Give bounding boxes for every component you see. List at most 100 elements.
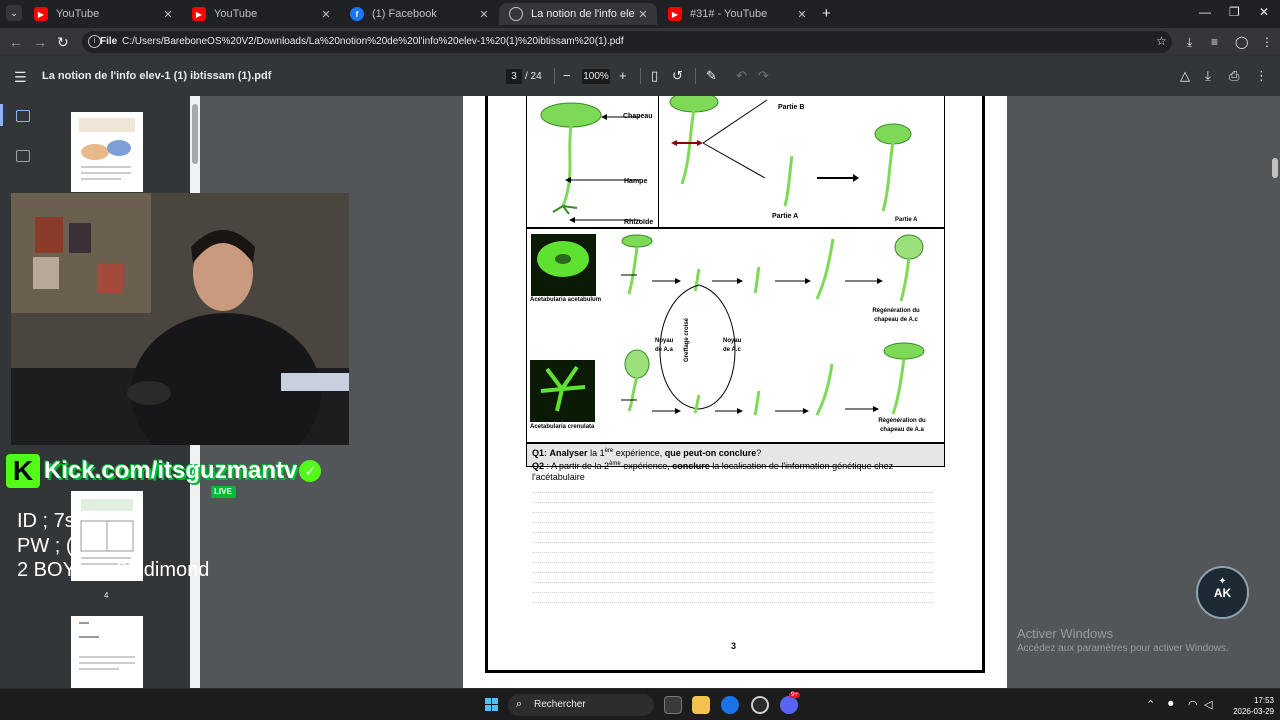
answer-line — [533, 552, 933, 553]
drive-icon[interactable]: △ — [1180, 68, 1190, 84]
steam-icon[interactable] — [751, 696, 769, 714]
thumbnail-preview — [79, 118, 135, 180]
label-acetabulum: Acetabularia acetabulum — [530, 297, 602, 303]
menu-kebab-icon[interactable]: ⋮ — [1261, 35, 1273, 49]
scheme-chip: File — [100, 36, 118, 47]
question-label: Q2 — [532, 461, 545, 471]
thumbnail-page-number: 4 — [104, 591, 109, 600]
close-icon[interactable]: ✕ — [476, 8, 492, 21]
outline-view-icon[interactable] — [16, 150, 30, 162]
hamburger-menu-icon[interactable]: ☰ — [14, 69, 27, 86]
question-1: Q1: Analyser la 1ère expérience, que peu… — [532, 446, 939, 459]
screen: ⌄ ▶ YouTube ✕ ▶ YouTube ✕ f (1) Facebook… — [0, 0, 1280, 720]
undo-icon[interactable]: ↶ — [736, 68, 747, 84]
tab-youtube-2[interactable]: ▶ YouTube ✕ — [182, 3, 340, 25]
url-text[interactable]: C:/Users/BareboneOS%20V2/Downloads/La%20… — [122, 36, 624, 47]
taskbar-search[interactable]: ⌕ Rechercher — [508, 694, 654, 716]
chrome-icon[interactable] — [721, 696, 739, 714]
annotate-icon[interactable]: ✎ — [706, 68, 717, 84]
questions-box: Q1: Analyser la 1ère expérience, que peu… — [526, 443, 945, 482]
profile-icon[interactable]: ◯ — [1235, 35, 1248, 49]
page-thumbnail-5[interactable] — [71, 616, 143, 688]
verified-check-icon: ✓ — [299, 460, 322, 482]
acetabularia-diagram-1 — [540, 96, 912, 223]
tab-title: #31# - YouTube — [690, 8, 768, 20]
tab-facebook[interactable]: f (1) Facebook ✕ — [340, 3, 498, 25]
label-chapeau: Chapeau — [623, 113, 653, 120]
page-total: / 24 — [525, 71, 542, 82]
overlay-boy-line-a: 2 BOY — [17, 559, 76, 581]
overlay-pw-line: PW ; ( — [17, 535, 73, 557]
restore-icon[interactable]: ❐ — [1229, 5, 1240, 19]
question-text: expérience, — [613, 448, 665, 458]
page-number-input[interactable]: 3 — [506, 69, 522, 84]
system-clock[interactable]: 17:53 2026-03-29 — [1224, 695, 1274, 717]
close-icon[interactable]: ✕ — [635, 8, 651, 21]
print-icon[interactable]: ⎙ — [1229, 68, 1239, 84]
kick-url: Kick.com/itsguzmantv — [44, 457, 298, 484]
acetabularia-plant-icon — [540, 102, 602, 215]
rotate-icon[interactable]: ↺ — [672, 68, 683, 84]
page-thumbnail-1[interactable] — [71, 112, 143, 192]
file-explorer-icon[interactable] — [692, 696, 710, 714]
figure-experiment-2: Acetabularia acetabulum Acetabularia cre… — [526, 228, 945, 443]
overlay-boy-line-b: 00 dimond — [116, 559, 210, 581]
address-bar[interactable]: i File C:/Users/BareboneOS%20V2/Download… — [82, 31, 1172, 53]
back-icon[interactable]: ← — [9, 34, 23, 50]
label-rhizoide: Rhizoïde — [624, 219, 654, 226]
activate-windows-title: Activer Windows — [1017, 626, 1114, 641]
figure-experiment-1: Chapeau Hampe Rhizoïde Partie B Partie A… — [526, 96, 945, 228]
close-icon[interactable]: ✕ — [160, 8, 176, 21]
answer-line — [533, 592, 933, 593]
answer-line — [533, 522, 933, 523]
answer-line — [533, 572, 933, 573]
close-window-icon[interactable]: ✕ — [1259, 5, 1269, 19]
tab-youtube-3[interactable]: ▶ #31# - YouTube ✕ — [658, 3, 816, 25]
zoom-input[interactable]: 100% — [582, 69, 610, 84]
question-text: expérience, — [620, 461, 673, 471]
browser-toolbar: ← → ↻ i File C:/Users/BareboneOS%20V2/Do… — [0, 28, 1280, 56]
kick-channel-banner: K Kick.com/itsguzmantv ✓ — [6, 454, 322, 488]
media-queue-icon[interactable]: ≡ — [1211, 35, 1218, 49]
reload-icon[interactable]: ↻ — [57, 34, 69, 51]
label-greffage: Greffage croisé — [684, 317, 691, 363]
question-2: Q2 : A partir de la 2ème expérience, con… — [532, 459, 939, 483]
new-tab-button[interactable]: + — [822, 5, 831, 22]
download-icon[interactable]: ⤓ — [1187, 35, 1192, 50]
scrollbar-thumb[interactable] — [192, 104, 198, 164]
answer-line — [533, 542, 933, 543]
bookmark-star-icon[interactable]: ☆ — [1156, 34, 1167, 48]
clock-time: 17:53 — [1253, 696, 1274, 705]
label-crenulata: Acetabularia crenulata — [530, 424, 595, 430]
zoom-out-icon[interactable]: − — [563, 68, 571, 83]
tab-youtube-1[interactable]: ▶ YouTube ✕ — [24, 3, 182, 25]
task-view-icon[interactable] — [664, 696, 682, 714]
ak-badge-text: AK — [1213, 586, 1232, 600]
wifi-icon[interactable]: ◠ — [1188, 698, 1198, 711]
microphone-icon[interactable]: ⏺ — [1168, 698, 1174, 711]
minimize-icon[interactable]: — — [1199, 5, 1211, 19]
windows-start-icon[interactable] — [485, 698, 499, 712]
answer-line — [533, 582, 933, 583]
thumbnails-view-icon[interactable] — [16, 110, 30, 122]
question-text: la 1 — [587, 448, 605, 458]
zoom-in-icon[interactable]: + — [619, 68, 627, 83]
redo-icon[interactable]: ↷ — [758, 68, 769, 84]
pdf-download-icon[interactable]: ⤓ — [1205, 68, 1211, 84]
forward-icon[interactable]: → — [33, 34, 47, 50]
tray-chevron-icon[interactable]: ⌃ — [1146, 698, 1155, 711]
close-icon[interactable]: ✕ — [794, 8, 810, 21]
viewer-scrollbar[interactable] — [1270, 96, 1280, 688]
document-icon — [509, 7, 523, 21]
volume-icon[interactable]: ◁ — [1204, 698, 1212, 711]
close-icon[interactable]: ✕ — [318, 8, 334, 21]
pdf-more-icon[interactable]: ⋮ — [1255, 68, 1268, 84]
pdf-file-title: La notion de l'info elev-1 (1) ibtissam … — [42, 70, 272, 82]
tab-pdf[interactable]: La notion de l'info elev-1 (1) ib ✕ — [499, 3, 657, 25]
scrollbar-thumb[interactable] — [1272, 158, 1278, 178]
live-badge: LIVE — [211, 486, 236, 498]
clock-date: 2026-03-29 — [1233, 707, 1274, 716]
tab-search-button[interactable]: ⌄ — [6, 5, 22, 21]
fit-page-icon[interactable]: ▯ — [651, 68, 658, 84]
discord-icon[interactable] — [780, 696, 798, 714]
